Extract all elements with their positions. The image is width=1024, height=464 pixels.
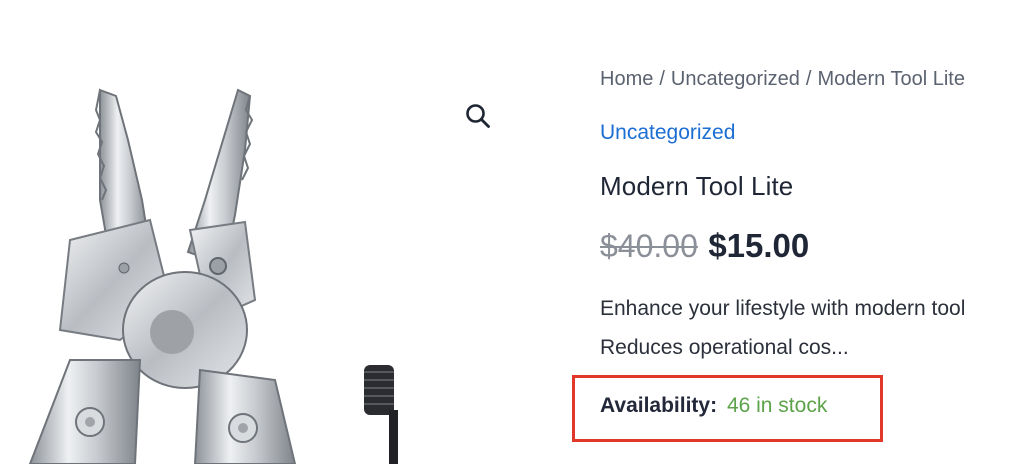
sale-price: $15.00: [708, 227, 810, 264]
zoom-button[interactable]: [458, 96, 498, 136]
breadcrumb-current: Modern Tool Lite: [817, 68, 965, 90]
breadcrumb-separator: /: [805, 68, 812, 90]
availability: Availability: 46 in stock: [600, 394, 827, 418]
original-price: $40.00: [600, 228, 698, 264]
product-gallery: [0, 0, 520, 464]
description-line: Reduces operational cos...: [600, 336, 849, 359]
product-price: $40.00 $15.00: [600, 227, 809, 265]
stock-status: 46 in stock: [726, 394, 828, 417]
breadcrumb-category[interactable]: Uncategorized: [671, 68, 800, 90]
product-short-description: Enhance your lifestyle with modern tool …: [600, 289, 1024, 367]
availability-label: Availability:: [600, 394, 718, 417]
search-icon: [466, 104, 490, 128]
breadcrumb-home[interactable]: Home: [600, 68, 653, 90]
product-category-link[interactable]: Uncategorized: [600, 121, 735, 145]
breadcrumb-separator: /: [659, 68, 665, 90]
product-title: Modern Tool Lite: [600, 171, 794, 201]
product-page: Home / Uncategorized / Modern Tool Lite Unca…: [0, 0, 1024, 464]
product-summary: Home / Uncategorized / Modern Tool Lite Unca…: [572, 0, 1024, 464]
breadcrumb: Home / Uncategorized / Modern Tool Lite: [600, 68, 965, 91]
description-line: Enhance your lifestyle with modern tool: [600, 297, 966, 320]
product-image[interactable]: [0, 0, 520, 464]
